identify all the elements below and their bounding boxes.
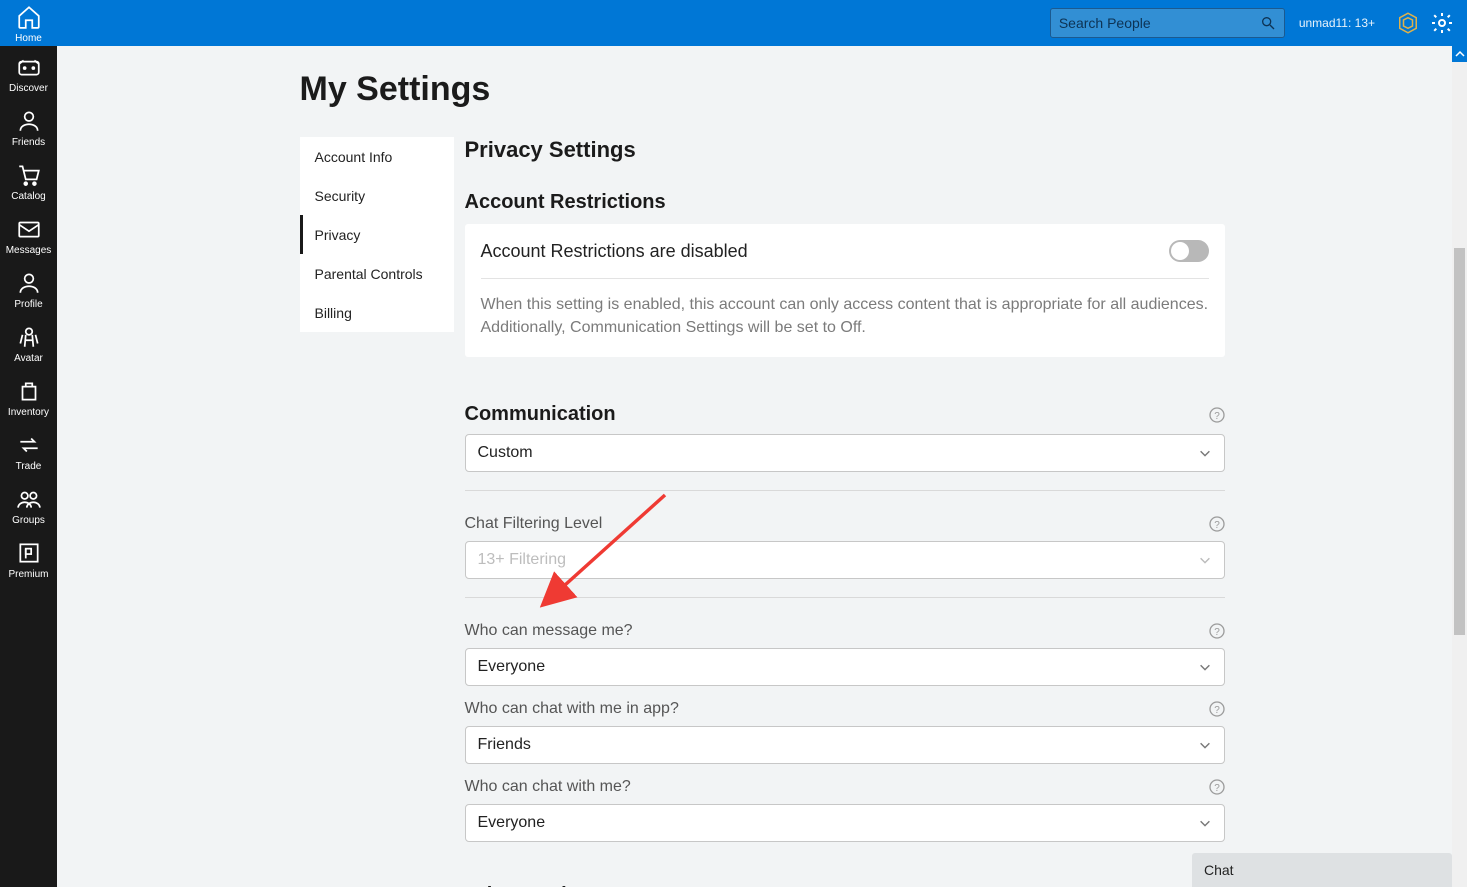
help-icon[interactable]: ? bbox=[1209, 623, 1225, 639]
chat-filter-select[interactable]: 13+ Filtering bbox=[465, 541, 1225, 579]
nav-inventory-label: Inventory bbox=[8, 407, 49, 418]
who-chat-value: Everyone bbox=[478, 814, 546, 832]
help-icon[interactable]: ? bbox=[1209, 407, 1225, 423]
chevron-down-icon bbox=[1198, 738, 1212, 752]
nav-home-label: Home bbox=[15, 33, 42, 44]
nav-inventory[interactable]: Inventory bbox=[0, 370, 57, 424]
tab-label: Account Info bbox=[315, 149, 393, 165]
who-message-value: Everyone bbox=[478, 658, 546, 676]
help-icon[interactable]: ? bbox=[1209, 516, 1225, 532]
nav-discover[interactable]: Discover bbox=[0, 46, 57, 100]
who-chat-select[interactable]: Everyone bbox=[465, 804, 1225, 842]
scroll-up-icon[interactable] bbox=[1452, 46, 1467, 62]
svg-text:?: ? bbox=[1214, 520, 1220, 531]
who-chat-app-select[interactable]: Friends bbox=[465, 726, 1225, 764]
nav-friends[interactable]: Friends bbox=[0, 100, 57, 154]
chat-filter-label: Chat Filtering Level bbox=[465, 515, 603, 533]
tab-label: Billing bbox=[315, 305, 352, 321]
nav-trade-label: Trade bbox=[16, 461, 42, 472]
tab-account-info[interactable]: Account Info bbox=[300, 137, 454, 176]
nav-home[interactable]: Home bbox=[0, 0, 57, 46]
tab-parental-controls[interactable]: Parental Controls bbox=[300, 254, 454, 293]
who-chat-app-value: Friends bbox=[478, 736, 531, 754]
settings-tabs: Account Info Security Privacy Parental C… bbox=[300, 137, 454, 332]
tab-privacy[interactable]: Privacy bbox=[300, 215, 454, 254]
chat-dock[interactable]: Chat bbox=[1192, 853, 1452, 887]
section-privacy-title: Privacy Settings bbox=[465, 137, 1225, 163]
tab-security[interactable]: Security bbox=[300, 176, 454, 215]
left-nav-rail: Home Discover Friends Catalog Messages P… bbox=[0, 0, 57, 887]
search-icon bbox=[1260, 15, 1276, 31]
chevron-down-icon bbox=[1198, 446, 1212, 460]
svg-text:?: ? bbox=[1214, 783, 1220, 794]
scrollbar-thumb[interactable] bbox=[1454, 248, 1465, 635]
svg-text:?: ? bbox=[1214, 411, 1220, 422]
who-chat-app-label: Who can chat with me in app? bbox=[465, 700, 679, 718]
account-restrictions-heading: Account Restrictions bbox=[465, 191, 1225, 214]
chat-filter-value: 13+ Filtering bbox=[478, 551, 567, 569]
svg-text:?: ? bbox=[1214, 705, 1220, 716]
nav-messages[interactable]: Messages bbox=[0, 208, 57, 262]
nav-premium[interactable]: Premium bbox=[0, 532, 57, 586]
who-chat-label: Who can chat with me? bbox=[465, 778, 631, 796]
tab-billing[interactable]: Billing bbox=[300, 293, 454, 332]
svg-text:?: ? bbox=[1214, 627, 1220, 638]
nav-messages-label: Messages bbox=[6, 245, 52, 256]
account-restrictions-toggle[interactable] bbox=[1169, 240, 1209, 262]
account-restrictions-description: When this setting is enabled, this accou… bbox=[481, 293, 1209, 339]
chat-dock-label: Chat bbox=[1204, 862, 1234, 878]
tab-label: Privacy bbox=[315, 227, 361, 243]
robux-icon[interactable] bbox=[1393, 8, 1423, 38]
nav-groups[interactable]: Groups bbox=[0, 478, 57, 532]
communication-heading: Communication bbox=[465, 403, 616, 426]
settings-gear-icon[interactable] bbox=[1427, 8, 1457, 38]
nav-friends-label: Friends bbox=[12, 137, 45, 148]
account-restrictions-card: Account Restrictions are disabled When t… bbox=[465, 224, 1225, 357]
account-restrictions-status: Account Restrictions are disabled bbox=[481, 241, 748, 262]
user-age-label: unmad11: 13+ bbox=[1285, 16, 1389, 30]
page-title: My Settings bbox=[300, 70, 1225, 109]
tab-label: Parental Controls bbox=[315, 266, 423, 282]
who-message-select[interactable]: Everyone bbox=[465, 648, 1225, 686]
communication-value: Custom bbox=[478, 444, 533, 462]
nav-profile[interactable]: Profile bbox=[0, 262, 57, 316]
nav-profile-label: Profile bbox=[14, 299, 42, 310]
communication-select[interactable]: Custom bbox=[465, 434, 1225, 472]
nav-avatar-label: Avatar bbox=[14, 353, 43, 364]
nav-avatar[interactable]: Avatar bbox=[0, 316, 57, 370]
nav-trade[interactable]: Trade bbox=[0, 424, 57, 478]
nav-premium-label: Premium bbox=[8, 569, 48, 580]
search-input[interactable] bbox=[1059, 15, 1260, 31]
chevron-down-icon bbox=[1198, 553, 1212, 567]
chevron-down-icon bbox=[1198, 816, 1212, 830]
nav-discover-label: Discover bbox=[9, 83, 48, 94]
chevron-down-icon bbox=[1198, 660, 1212, 674]
nav-catalog-label: Catalog bbox=[11, 191, 45, 202]
help-icon[interactable]: ? bbox=[1209, 779, 1225, 795]
scrollbar[interactable] bbox=[1452, 46, 1467, 887]
help-icon[interactable]: ? bbox=[1209, 701, 1225, 717]
nav-groups-label: Groups bbox=[12, 515, 45, 526]
search-box[interactable] bbox=[1050, 8, 1285, 38]
who-message-label: Who can message me? bbox=[465, 622, 633, 640]
tab-label: Security bbox=[315, 188, 366, 204]
nav-catalog[interactable]: Catalog bbox=[0, 154, 57, 208]
